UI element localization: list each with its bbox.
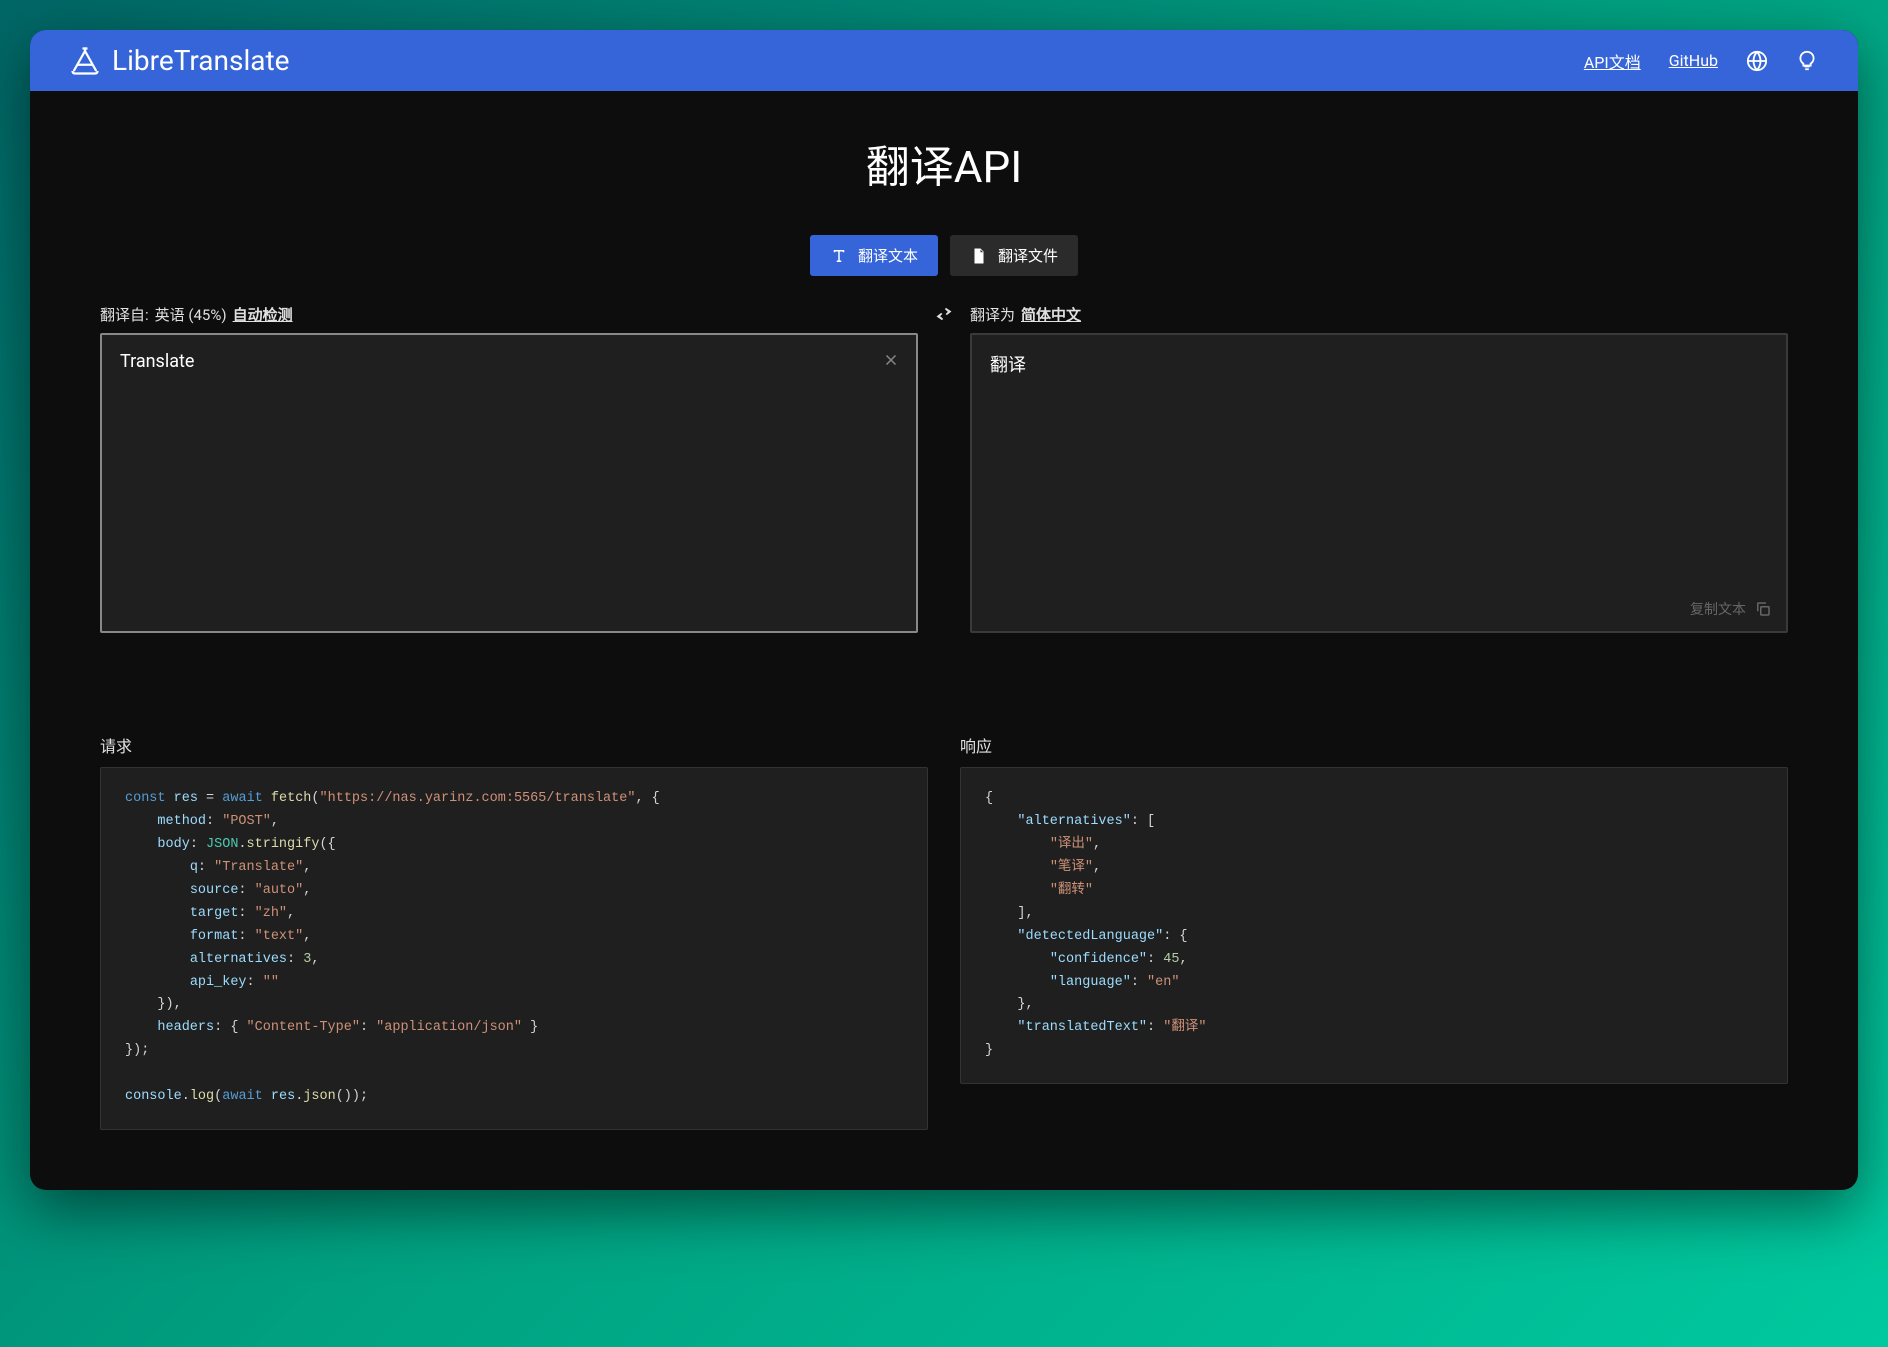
tabs: 翻译文本 翻译文件 [100, 235, 1788, 276]
target-panel: 翻译为 简体中文 翻译 复制文本 [970, 304, 1788, 633]
source-detected-lang: 英语 (45%) [155, 304, 227, 325]
globe-icon[interactable] [1746, 50, 1768, 72]
main-content: 翻译API 翻译文本 翻译文件 翻译自: 英语 (45%) 自动检测 [30, 91, 1858, 1190]
app-window: LibreTranslate API文档 GitHub 翻译API 翻译文本 翻… [30, 30, 1858, 1190]
logo-icon [70, 46, 100, 76]
target-textbox: 翻译 复制文本 [970, 333, 1788, 633]
lightbulb-icon[interactable] [1796, 50, 1818, 72]
brand[interactable]: LibreTranslate [70, 44, 290, 77]
copy-button[interactable]: 复制文本 [1690, 599, 1772, 619]
request-header: 请求 [100, 733, 928, 757]
swap-column [928, 304, 960, 324]
tab-file-label: 翻译文件 [998, 245, 1058, 266]
copy-label: 复制文本 [1690, 599, 1746, 619]
text-icon [830, 247, 848, 265]
navbar: LibreTranslate API文档 GitHub [30, 30, 1858, 91]
response-block: 响应 { "alternatives": [ "译出", "笔译", "翻转" … [960, 733, 1788, 1130]
source-header: 翻译自: 英语 (45%) 自动检测 [100, 304, 918, 325]
target-label-prefix: 翻译为 [970, 304, 1015, 325]
code-section: 请求 const res = await fetch("https://nas.… [100, 733, 1788, 1130]
swap-icon[interactable] [934, 304, 954, 324]
tab-text-label: 翻译文本 [858, 245, 918, 266]
source-textbox[interactable] [100, 333, 918, 633]
target-output: 翻译 [990, 351, 1768, 377]
target-lang-link[interactable]: 简体中文 [1021, 304, 1081, 325]
target-header: 翻译为 简体中文 [970, 304, 1788, 325]
translate-panels: 翻译自: 英语 (45%) 自动检测 翻译为 [100, 304, 1788, 633]
page-title: 翻译API [100, 131, 1788, 195]
request-block: 请求 const res = await fetch("https://nas.… [100, 733, 928, 1130]
brand-text: LibreTranslate [112, 44, 290, 77]
response-code[interactable]: { "alternatives": [ "译出", "笔译", "翻转" ], … [960, 767, 1788, 1084]
source-textarea[interactable] [120, 351, 868, 615]
copy-icon [1754, 600, 1772, 618]
request-code[interactable]: const res = await fetch("https://nas.yar… [100, 767, 928, 1130]
source-panel: 翻译自: 英语 (45%) 自动检测 [100, 304, 918, 633]
tab-translate-text[interactable]: 翻译文本 [810, 235, 938, 276]
source-auto-detect-link[interactable]: 自动检测 [233, 304, 293, 325]
tab-translate-file[interactable]: 翻译文件 [950, 235, 1078, 276]
file-icon [970, 247, 988, 265]
nav-link-api-docs[interactable]: API文档 [1584, 49, 1641, 73]
clear-icon[interactable] [882, 351, 900, 369]
source-label-prefix: 翻译自: [100, 304, 149, 325]
nav-links: API文档 GitHub [1584, 49, 1818, 73]
nav-link-github[interactable]: GitHub [1669, 51, 1718, 70]
response-header: 响应 [960, 733, 1788, 757]
